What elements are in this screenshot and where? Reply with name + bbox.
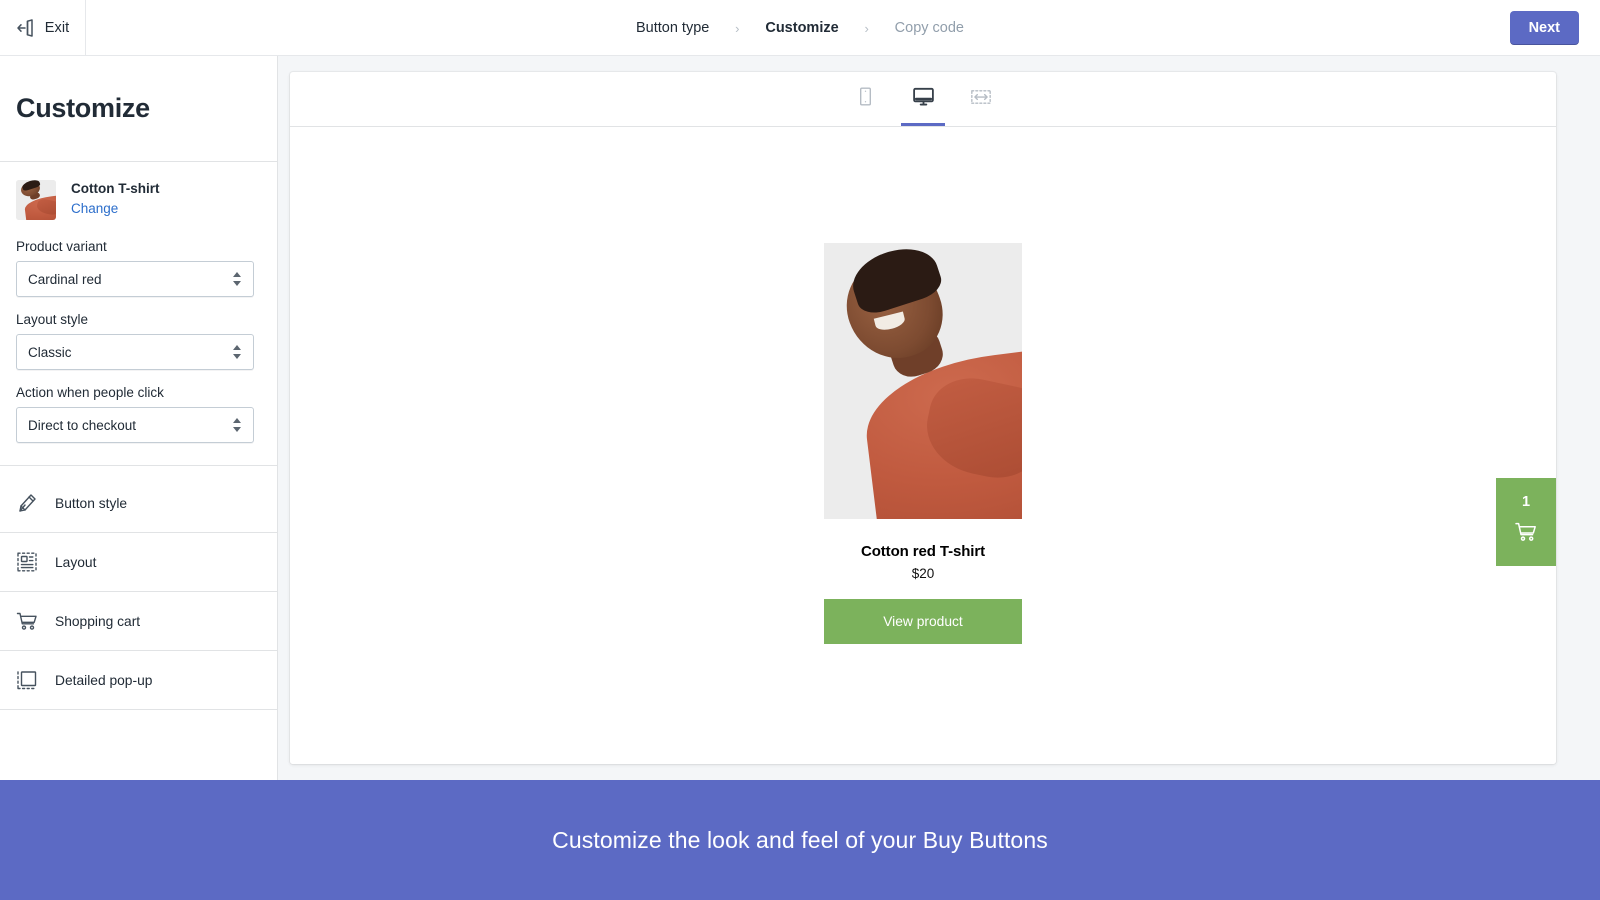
mobile-phone-icon	[855, 86, 876, 112]
device-toggle-full-width[interactable]	[959, 80, 1003, 126]
breadcrumb-step-customize[interactable]: Customize	[763, 20, 840, 36]
product-variant-field: Product variant Cardinal red	[0, 238, 277, 297]
next-button[interactable]: Next	[1509, 11, 1579, 45]
sidebar-item-label: Button style	[55, 495, 128, 511]
sidebar-item-label: Layout	[55, 554, 97, 570]
exit-door-arrow-icon	[16, 18, 36, 38]
action-when-clicked-label: Action when people click	[16, 385, 164, 400]
selected-product-block: Cotton T-shirt Change	[0, 162, 277, 224]
product-variant-select[interactable]: Cardinal red	[16, 261, 254, 297]
preview-product-title: Cotton red T-shirt	[860, 543, 986, 560]
exit-button[interactable]: Exit	[0, 0, 86, 56]
action-when-clicked-select[interactable]: Direct to checkout	[16, 407, 254, 443]
buy-button-preview: Cotton red T-shirt $20 View product 1	[290, 127, 1556, 764]
action-when-clicked-field: Action when people click Direct to check…	[0, 384, 277, 443]
bottom-banner: Customize the look and feel of your Buy …	[0, 780, 1600, 900]
select-stepper-arrows-icon	[232, 270, 242, 288]
action-when-clicked-value: Direct to checkout	[28, 417, 137, 433]
device-toggle-mobile[interactable]	[843, 80, 887, 126]
change-product-link[interactable]: Change	[71, 201, 118, 216]
device-toggle-desktop[interactable]	[901, 80, 945, 126]
popup-window-icon	[16, 669, 38, 691]
breadcrumb-step-button-type[interactable]: Button type	[634, 20, 711, 36]
sidebar-item-button-style[interactable]: Button style	[0, 474, 277, 533]
layout-style-label: Layout style	[16, 312, 89, 327]
layout-style-value: Classic	[28, 344, 72, 360]
sidebar-item-label: Detailed pop-up	[55, 672, 153, 688]
sidebar-item-detailed-popup[interactable]: Detailed pop-up	[0, 651, 277, 710]
banner-text: Customize the look and feel of your Buy …	[552, 826, 1048, 853]
breadcrumb-step-copy-code[interactable]: Copy code	[893, 20, 966, 36]
page-title: Customize	[16, 93, 150, 123]
view-product-button[interactable]: View product	[824, 599, 1022, 644]
cart-item-count: 1	[1521, 493, 1531, 510]
sidebar-header: Customize	[0, 56, 277, 162]
product-name: Cotton T-shirt	[71, 181, 160, 196]
buy-button-widget: Cotton red T-shirt $20 View product	[824, 243, 1022, 644]
layout-style-field: Layout style Classic	[0, 311, 277, 370]
breadcrumb: Button type › Customize › Copy code	[0, 0, 1600, 56]
exit-label: Exit	[44, 19, 70, 36]
customize-sidebar: Customize Cotton T-shirt Change Product …	[0, 56, 278, 780]
layout-grid-icon	[16, 551, 38, 573]
sidebar-item-layout[interactable]: Layout	[0, 533, 277, 592]
preview-card: Cotton red T-shirt $20 View product 1	[290, 72, 1556, 764]
sidebar-item-label: Shopping cart	[55, 613, 141, 629]
sidebar-item-shopping-cart[interactable]: Shopping cart	[0, 592, 277, 651]
device-preview-toggle-bar	[290, 72, 1556, 127]
desktop-monitor-icon	[912, 85, 935, 113]
shopping-cart-icon	[16, 610, 38, 632]
product-thumbnail	[16, 180, 56, 220]
select-stepper-arrows-icon	[232, 343, 242, 361]
sidebar-spacer	[0, 466, 277, 474]
layout-style-select[interactable]: Classic	[16, 334, 254, 370]
top-bar: Exit Button type › Customize › Copy code…	[0, 0, 1600, 56]
breadcrumb-separator: ›	[864, 20, 869, 36]
product-variant-label: Product variant	[16, 239, 107, 254]
preview-product-price: $20	[911, 566, 935, 581]
cart-widget[interactable]: 1	[1496, 478, 1556, 566]
shopping-cart-icon	[1514, 520, 1538, 549]
full-width-arrows-icon	[970, 86, 992, 113]
paint-brush-icon	[16, 492, 38, 514]
select-stepper-arrows-icon	[232, 416, 242, 434]
product-variant-value: Cardinal red	[28, 271, 102, 287]
preview-area: Cotton red T-shirt $20 View product 1	[278, 56, 1600, 780]
breadcrumb-separator: ›	[735, 20, 740, 36]
product-image	[824, 243, 1022, 519]
